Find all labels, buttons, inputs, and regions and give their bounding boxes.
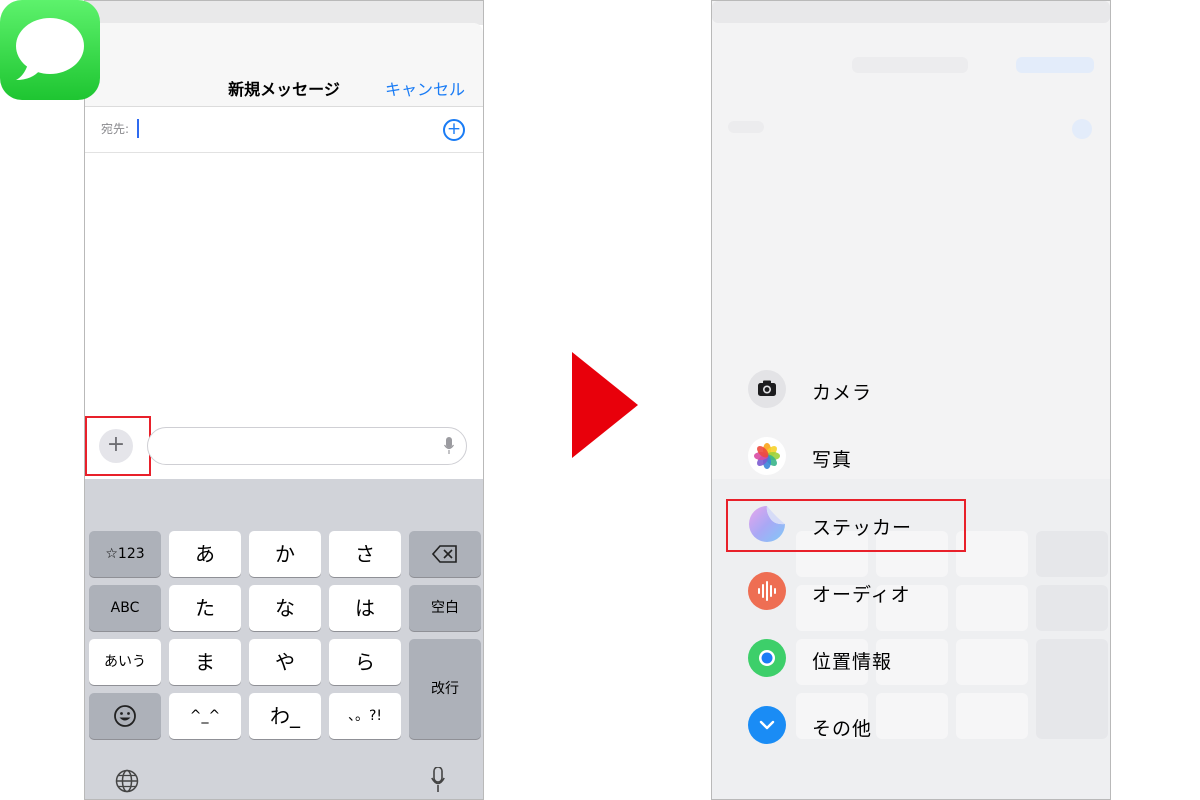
globe-icon[interactable] — [115, 769, 139, 793]
blurred-key — [1036, 585, 1108, 631]
camera-icon — [748, 370, 786, 408]
key-ha[interactable]: は — [329, 585, 401, 631]
right-phone-screen: カメラ 写真 ステッカー オーディオ 位置情報 その他 — [711, 0, 1111, 800]
navigation-bar: 新規メッセージ キャンセル — [85, 23, 483, 107]
messages-app-icon — [0, 0, 100, 100]
left-phone-screen: 新規メッセージ キャンセル 宛先: + + ☆123 あ か さ ABC た な… — [84, 0, 484, 800]
microphone-icon[interactable] — [444, 437, 454, 455]
emoji-icon — [114, 705, 136, 727]
menu-label: 写真 — [812, 449, 853, 471]
menu-item-audio[interactable]: オーディオ — [748, 572, 1028, 612]
audio-icon — [748, 572, 786, 610]
key-ka[interactable]: か — [249, 531, 321, 577]
blurred-key — [1036, 639, 1108, 739]
chevron-down-icon — [748, 706, 786, 744]
key-punctuation[interactable]: 、。?! — [329, 693, 401, 739]
blurred-status-strip — [712, 1, 1110, 23]
key-na[interactable]: な — [249, 585, 321, 631]
plus-circle-icon[interactable]: + — [443, 119, 465, 141]
highlight-box-sticker — [726, 499, 966, 552]
key-sa[interactable]: さ — [329, 531, 401, 577]
microphone-icon[interactable] — [431, 767, 445, 793]
menu-item-photos[interactable]: 写真 — [748, 437, 1028, 477]
background-app-strip — [85, 1, 483, 25]
photos-icon — [748, 437, 786, 475]
cancel-button[interactable]: キャンセル — [385, 76, 465, 100]
key-kaomoji[interactable]: ^_^ — [169, 693, 241, 739]
emoji-key[interactable] — [89, 693, 161, 739]
menu-item-camera[interactable]: カメラ — [748, 370, 1028, 410]
menu-item-more[interactable]: その他 — [748, 706, 1028, 746]
space-key[interactable]: 空白 — [409, 585, 481, 631]
key-ra[interactable]: ら — [329, 639, 401, 685]
recipient-row[interactable]: 宛先: + — [85, 107, 483, 153]
arrow-right-icon — [572, 352, 638, 458]
recipient-label: 宛先: — [101, 122, 130, 136]
key-a[interactable]: あ — [169, 531, 241, 577]
menu-label: 位置情報 — [812, 651, 893, 673]
key-ya[interactable]: や — [249, 639, 321, 685]
kana-key[interactable]: あいう — [89, 639, 161, 685]
blurred-title — [852, 57, 968, 73]
menu-label: オーディオ — [812, 584, 911, 606]
location-icon — [748, 639, 786, 677]
blurred-key — [1036, 531, 1108, 577]
delete-key[interactable] — [409, 531, 481, 577]
abc-key[interactable]: ABC — [89, 585, 161, 631]
key-ma[interactable]: ま — [169, 639, 241, 685]
blurred-add — [1072, 119, 1092, 139]
delete-icon — [431, 545, 457, 563]
speech-bubble-icon — [16, 18, 84, 80]
menu-label: その他 — [812, 718, 873, 740]
text-caret — [137, 119, 139, 138]
blurred-cancel — [1016, 57, 1094, 73]
message-input[interactable] — [147, 427, 467, 465]
highlight-box-plus — [85, 416, 151, 476]
menu-label: カメラ — [812, 382, 873, 404]
blurred-recipient — [728, 121, 764, 133]
symbols-key[interactable]: ☆123 — [89, 531, 161, 577]
japanese-keyboard: ☆123 あ か さ ABC た な は 空白 あいう ま や ら 改行 ^_^… — [85, 479, 483, 799]
key-wa[interactable]: わ_ — [249, 693, 321, 739]
menu-item-location[interactable]: 位置情報 — [748, 639, 1028, 679]
return-key[interactable]: 改行 — [409, 639, 481, 739]
key-ta[interactable]: た — [169, 585, 241, 631]
